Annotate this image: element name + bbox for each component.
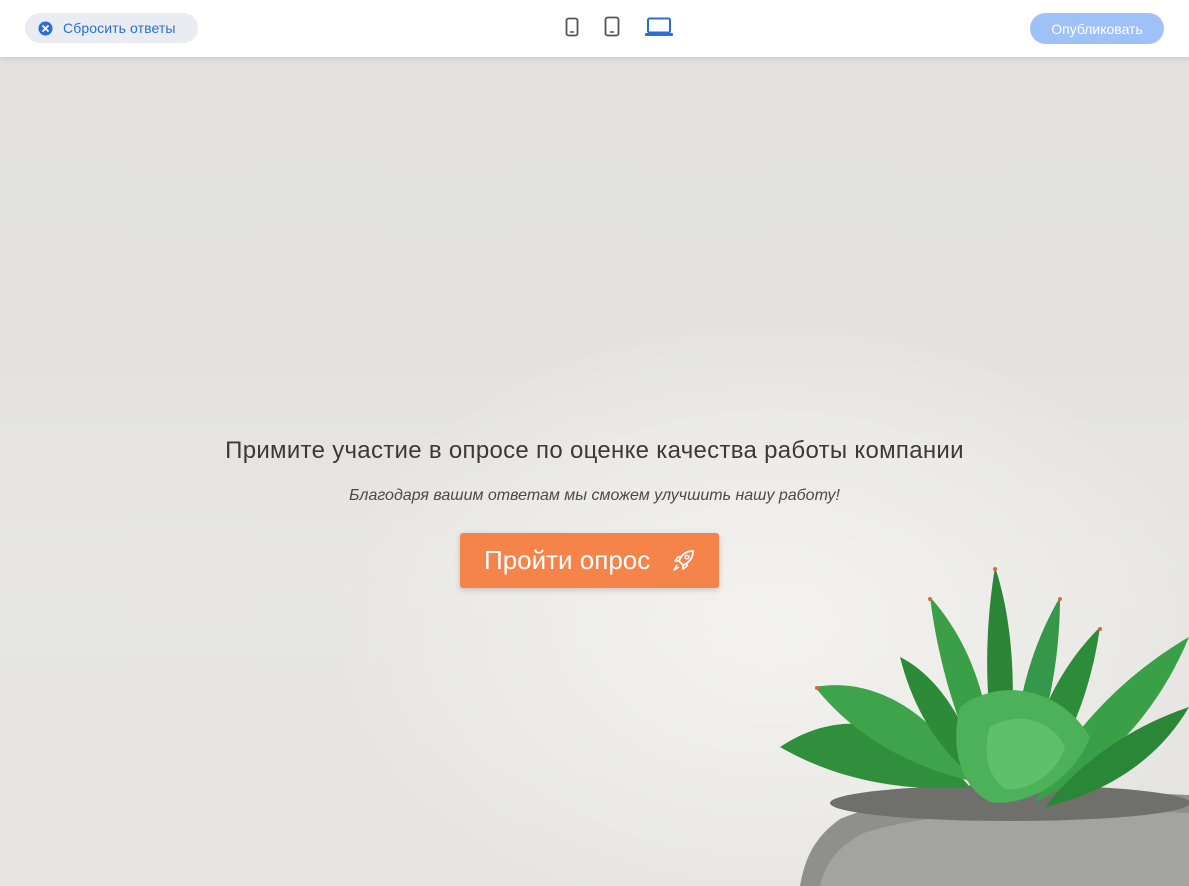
laptop-icon [644,17,674,42]
phone-icon [565,17,579,42]
survey-title: Примите участие в опросе по оценке качес… [225,437,964,464]
reset-answers-label: Сбросить ответы [63,20,176,36]
tablet-preview-button[interactable] [600,15,624,43]
publish-button[interactable]: Опубликовать [1030,13,1164,44]
phone-preview-button[interactable] [560,15,584,43]
close-circle-icon [38,21,53,36]
start-survey-button[interactable]: Пройти опрос [460,533,719,588]
survey-subtitle: Благодаря вашим ответам мы сможем улучши… [349,487,840,504]
desktop-preview-button[interactable] [642,15,676,43]
succulent-plant-image [780,567,1189,886]
publish-label: Опубликовать [1051,20,1143,37]
top-toolbar: Сбросить ответы Опубликовать [0,0,1189,57]
reset-answers-button[interactable]: Сбросить ответы [25,13,198,43]
tablet-icon [604,16,620,42]
survey-preview-canvas: Примите участие в опросе по оценке качес… [0,57,1189,886]
rocket-icon [671,547,697,573]
device-preview-switch [560,14,676,44]
start-survey-label: Пройти опрос [484,545,651,575]
